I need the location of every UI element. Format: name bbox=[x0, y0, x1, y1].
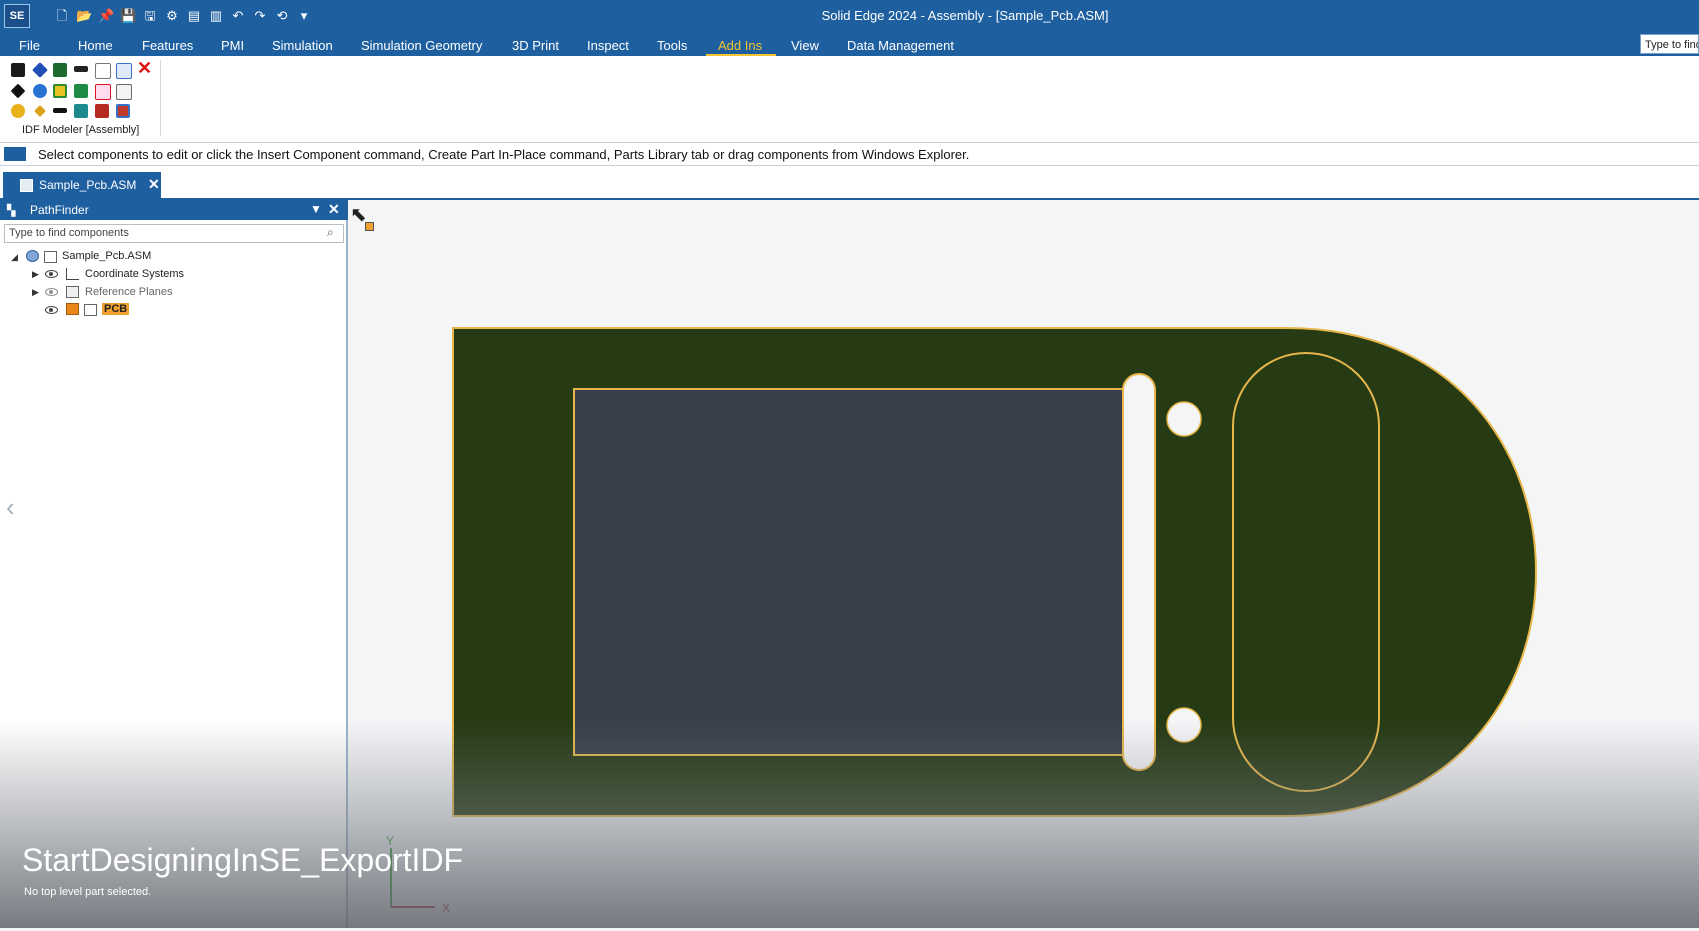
prompt-text: Select components to edit or click the I… bbox=[38, 147, 970, 162]
tab-simulation[interactable]: Simulation bbox=[272, 38, 333, 53]
save-icon[interactable]: 💾 bbox=[120, 8, 136, 24]
window-icon[interactable] bbox=[116, 63, 132, 79]
pathfinder-title: PathFinder bbox=[30, 203, 89, 217]
tab-add-ins[interactable]: Add Ins bbox=[718, 38, 762, 53]
keepout-icon[interactable] bbox=[74, 104, 88, 118]
expand-icon[interactable]: ▶ bbox=[32, 269, 39, 280]
keyboard-icon[interactable] bbox=[4, 147, 26, 161]
help-icon[interactable] bbox=[33, 84, 47, 98]
tab-data-management[interactable]: Data Management bbox=[847, 38, 954, 53]
tab-3d-print[interactable]: 3D Print bbox=[512, 38, 559, 53]
tree-item-reference-planes[interactable]: Reference Planes bbox=[85, 286, 172, 298]
video-title: StartDesigningInSE_ExportIDF bbox=[22, 842, 464, 878]
hidden-eye-icon[interactable] bbox=[45, 288, 58, 296]
tree-item-coordinate-systems[interactable]: Coordinate Systems bbox=[85, 268, 184, 280]
collapse-panel-chevron-icon[interactable]: ‹ bbox=[6, 492, 15, 523]
document-tab-strip bbox=[0, 166, 1699, 200]
pane-menu-icon[interactable]: ▼ bbox=[310, 202, 322, 216]
redo-icon[interactable]: ↷ bbox=[252, 8, 268, 24]
window-title: Solid Edge 2024 - Assembly - [Sample_Pcb… bbox=[821, 8, 1109, 23]
place-icon[interactable] bbox=[116, 104, 130, 118]
toolbar-icon[interactable]: ▤ bbox=[186, 8, 202, 24]
trace-icon[interactable] bbox=[53, 108, 67, 113]
assembly-document-icon bbox=[20, 179, 33, 192]
command-search-input[interactable]: Type to find bbox=[1640, 34, 1699, 54]
quick-access-toolbar: 🗋 📂 📌 💾 🖫 ⚙ ▤ ▥ ↶ ↷ ⟲ ▾ bbox=[54, 6, 312, 26]
app-logo-icon[interactable]: SE bbox=[4, 4, 30, 28]
layer-icon[interactable] bbox=[74, 66, 88, 72]
board-icon[interactable] bbox=[53, 63, 67, 77]
tab-home[interactable]: Home bbox=[78, 38, 113, 53]
component-search-input[interactable]: Type to find components bbox=[4, 224, 344, 243]
tab-pmi[interactable]: PMI bbox=[221, 38, 244, 53]
undo-icon[interactable]: ↶ bbox=[230, 8, 246, 24]
customize-icon[interactable]: ▾ bbox=[296, 8, 312, 24]
status-text: No top level part selected. bbox=[24, 886, 152, 898]
settings-icon[interactable]: ⚙ bbox=[164, 8, 180, 24]
slot-cutout bbox=[1122, 373, 1156, 771]
tree-item-pcb[interactable]: PCB bbox=[102, 303, 130, 315]
ribbon-divider bbox=[160, 60, 161, 136]
display-cutout bbox=[573, 388, 1125, 756]
cursor-badge-icon bbox=[365, 222, 374, 231]
ribbon bbox=[0, 56, 1699, 143]
expand-icon[interactable]: ▶ bbox=[32, 287, 39, 298]
tree-item-root[interactable]: Sample_Pcb.ASM bbox=[62, 250, 151, 262]
ribbon-group-label: IDF Modeler [Assembly] bbox=[22, 124, 140, 136]
area-icon[interactable] bbox=[53, 84, 67, 98]
tab-simulation-geometry[interactable]: Simulation Geometry bbox=[361, 38, 482, 53]
u1-component-icon[interactable] bbox=[95, 63, 111, 79]
properties-icon[interactable] bbox=[116, 84, 132, 100]
reference-plane-icon bbox=[66, 286, 79, 298]
delete-icon[interactable]: ✕ bbox=[137, 59, 152, 77]
grid-icon[interactable] bbox=[74, 84, 88, 98]
new-file-icon[interactable]: 🗋 bbox=[54, 8, 70, 24]
pane-close-icon[interactable]: ✕ bbox=[328, 201, 340, 218]
save-as-icon[interactable]: 🖫 bbox=[142, 8, 158, 24]
part-icon bbox=[66, 303, 79, 315]
idf-import-icon[interactable] bbox=[11, 63, 25, 77]
video-overlay bbox=[0, 720, 1699, 928]
assembly-icon bbox=[26, 250, 39, 262]
tab-file[interactable]: File bbox=[19, 38, 40, 53]
component-icon[interactable] bbox=[95, 104, 109, 118]
pathfinder-icon: ▚ bbox=[7, 205, 16, 217]
coordinate-system-icon bbox=[66, 268, 79, 280]
open-icon[interactable]: 📂 bbox=[76, 8, 92, 24]
tab-inspect[interactable]: Inspect bbox=[587, 38, 629, 53]
tab-tools[interactable]: Tools bbox=[657, 38, 687, 53]
pin-icon[interactable]: 📌 bbox=[98, 8, 114, 24]
layout-icon[interactable]: ▥ bbox=[208, 8, 224, 24]
collapse-icon[interactable]: ◢ bbox=[11, 252, 18, 263]
lock-icon bbox=[84, 304, 97, 316]
visibility-eye-icon[interactable] bbox=[45, 306, 58, 314]
search-icon[interactable]: ⌕ bbox=[327, 225, 334, 240]
options-gear-icon[interactable] bbox=[11, 104, 25, 118]
visibility-eye-icon[interactable] bbox=[45, 270, 58, 278]
table-icon[interactable] bbox=[95, 84, 111, 100]
mounting-hole-top bbox=[1166, 401, 1202, 437]
tab-features[interactable]: Features bbox=[142, 38, 193, 53]
close-icon[interactable]: ✕ bbox=[148, 176, 160, 193]
document-tab-label: Sample_Pcb.ASM bbox=[39, 178, 137, 192]
lock-icon bbox=[44, 251, 57, 263]
repeat-icon[interactable]: ⟲ bbox=[274, 8, 290, 24]
tab-view[interactable]: View bbox=[791, 38, 819, 53]
